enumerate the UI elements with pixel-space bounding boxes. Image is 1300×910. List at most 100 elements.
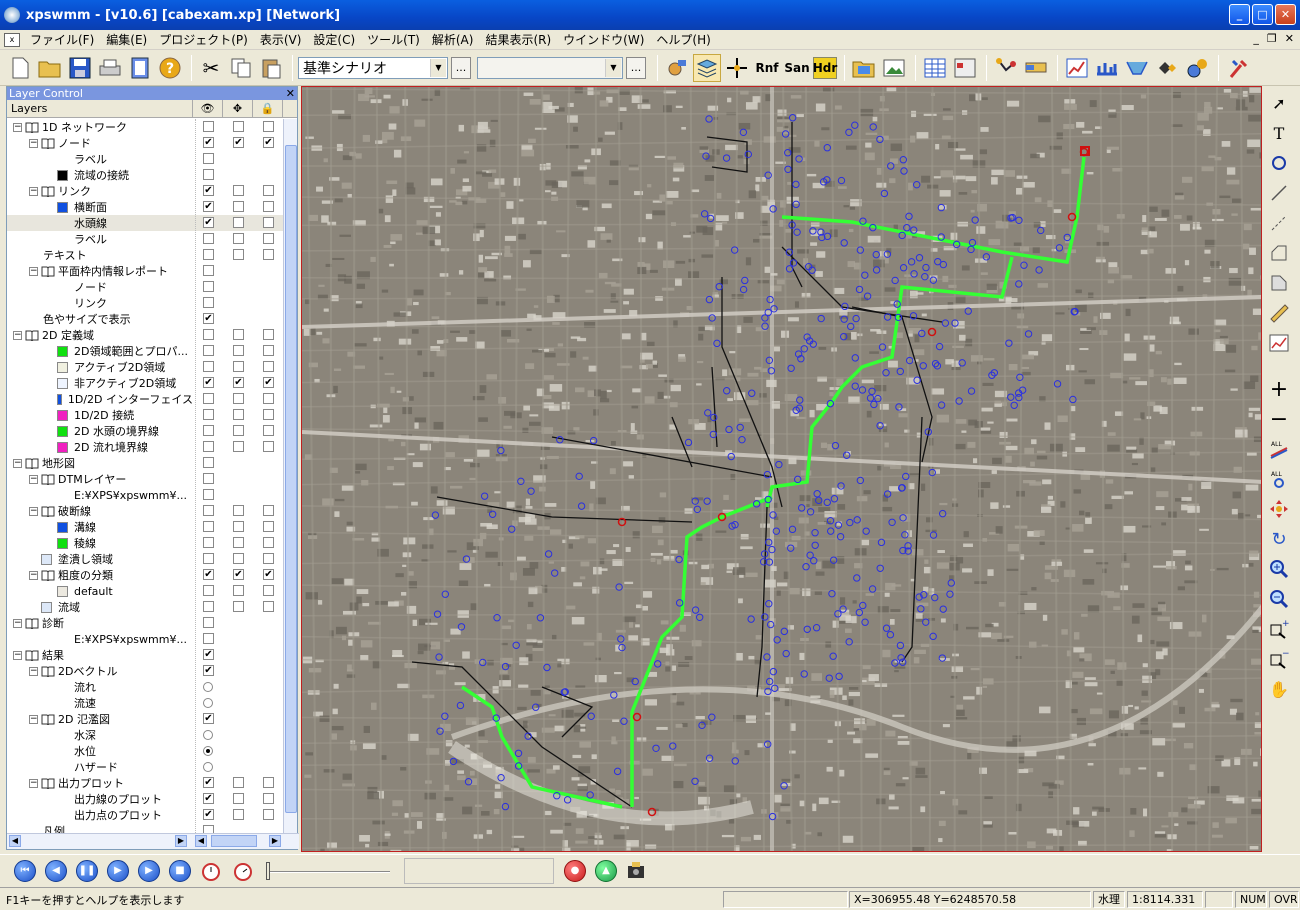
line-tool-icon[interactable] [1266, 180, 1292, 206]
expand-toggle[interactable]: − [13, 122, 22, 132]
layer-checkbox[interactable] [203, 329, 214, 340]
layer-row[interactable]: − 1D ネットワーク [7, 119, 285, 135]
layer-row[interactable]: ハザード [7, 759, 285, 775]
text-tool-icon[interactable]: T [1266, 120, 1292, 146]
menu-item-6[interactable]: 解析(A) [426, 31, 480, 48]
maximize-button[interactable]: □ [1252, 4, 1273, 25]
layer-radio[interactable] [203, 682, 213, 692]
layer-row[interactable]: − 診断 [7, 615, 285, 631]
san-button[interactable]: San [783, 54, 811, 82]
add-icon[interactable]: + [1266, 376, 1292, 402]
layer-checkbox[interactable] [263, 361, 274, 372]
all-nodes-icon[interactable]: ALL [1266, 466, 1292, 492]
layer-row[interactable]: 水頭線 ✔ [7, 215, 285, 231]
table-icon[interactable] [921, 54, 949, 82]
chart-tool-icon[interactable] [1266, 330, 1292, 356]
pointer-icon[interactable]: ➚ [1266, 90, 1292, 116]
layer-checkbox[interactable] [263, 793, 274, 804]
layer-checkbox[interactable] [233, 777, 244, 788]
paste-icon[interactable] [257, 54, 285, 82]
layer-row[interactable]: 凡例 [7, 823, 285, 833]
layer-row[interactable]: アクティブ2D領域 [7, 359, 285, 375]
expand-toggle[interactable]: − [29, 666, 38, 676]
layer-checkbox[interactable] [203, 121, 214, 132]
previous-frame-button[interactable]: ◀ [45, 859, 67, 882]
layer-row[interactable]: − 地形図 [7, 455, 285, 471]
mdi-close-button[interactable]: ✕ [1285, 32, 1294, 45]
layer-row[interactable]: 出力点のプロット ✔ [7, 807, 285, 823]
layer-row[interactable]: 流れ [7, 679, 285, 695]
layer-checkbox[interactable]: ✔ [203, 793, 214, 804]
document-icon[interactable]: x [4, 32, 20, 47]
layer-checkbox[interactable] [233, 329, 244, 340]
layer-row[interactable]: 1D/2D インターフェイス [7, 391, 285, 407]
upload-button[interactable]: ▲ [595, 859, 617, 882]
layer-checkbox[interactable] [233, 521, 244, 532]
remove-icon[interactable]: − [1266, 406, 1292, 432]
layer-row[interactable]: − 2Dベクトル ✔ [7, 663, 285, 679]
layer-row[interactable]: − 破断線 [7, 503, 285, 519]
layer-checkbox[interactable] [263, 441, 274, 452]
layer-checkbox[interactable] [233, 345, 244, 356]
layer-checkbox[interactable] [203, 249, 214, 260]
layer-row[interactable]: ラベル [7, 231, 285, 247]
layer-vertical-scrollbar[interactable] [283, 119, 297, 835]
layer-checkbox[interactable] [263, 553, 274, 564]
layer-checkbox[interactable] [203, 441, 214, 452]
layer-checkbox[interactable]: ✔ [203, 777, 214, 788]
layer-checkbox[interactable] [203, 633, 214, 644]
layer-checkbox[interactable] [203, 297, 214, 308]
zoom-window-in-icon[interactable]: + [1266, 616, 1292, 642]
profile-icon[interactable] [1093, 54, 1121, 82]
layer-row[interactable]: − 平面枠内情報レポート [7, 263, 285, 279]
layer-checkbox[interactable] [203, 457, 214, 468]
layer-checkbox[interactable] [263, 409, 274, 420]
layer-radio[interactable] [203, 762, 213, 772]
timer-minus-icon[interactable] [232, 860, 254, 882]
layer-checkbox[interactable]: ✔ [203, 217, 214, 228]
layer-checkbox[interactable] [263, 601, 274, 612]
layer-checkbox[interactable] [203, 153, 214, 164]
layer-row[interactable]: − 結果 ✔ [7, 647, 285, 663]
layer-checkbox[interactable] [203, 169, 214, 180]
layer-checkbox[interactable] [233, 601, 244, 612]
layer-checkbox[interactable] [263, 329, 274, 340]
cut-icon[interactable]: ✂ [197, 54, 225, 82]
all-links-icon[interactable]: ALL [1266, 436, 1292, 462]
layer-checkbox[interactable]: ✔ [263, 137, 274, 148]
dashed-line-tool-icon[interactable] [1266, 210, 1292, 236]
run-icon[interactable] [1153, 54, 1181, 82]
layer-checkbox[interactable] [203, 265, 214, 276]
menu-item-0[interactable]: ファイル(F) [24, 31, 100, 48]
layer-row[interactable]: 2D 水頭の境界線 [7, 423, 285, 439]
layer-checkbox[interactable] [233, 121, 244, 132]
layer-row[interactable]: default [7, 583, 285, 599]
layer-checkbox[interactable] [263, 393, 274, 404]
analysis-icon[interactable] [1183, 54, 1211, 82]
menu-item-3[interactable]: 表示(V) [254, 31, 308, 48]
next-frame-button[interactable]: ▶ [107, 859, 129, 882]
layer-row[interactable]: E:¥XPS¥xpswmm¥... [7, 631, 285, 647]
menu-item-5[interactable]: ツール(T) [361, 31, 426, 48]
mdi-restore-button[interactable]: ❐ [1267, 32, 1277, 45]
area-tool-icon[interactable] [1266, 270, 1292, 296]
layer-checkbox[interactable]: ✔ [233, 569, 244, 580]
open-background-icon[interactable] [850, 54, 878, 82]
layer-checkbox[interactable]: ✔ [203, 569, 214, 580]
layer-checkbox[interactable] [233, 409, 244, 420]
layer-row[interactable]: − 粗度の分類 ✔ ✔ ✔ [7, 567, 285, 583]
pause-button[interactable]: ❚❚ [76, 859, 98, 882]
layer-checkbox[interactable] [263, 185, 274, 196]
layer-row[interactable]: 溝線 [7, 519, 285, 535]
layer-checkbox[interactable] [233, 425, 244, 436]
layer-checkbox[interactable] [203, 601, 214, 612]
hand-pan-icon[interactable]: ✋ [1266, 676, 1292, 702]
secondary-more-button[interactable]: ... [626, 56, 646, 79]
layer-checkbox[interactable]: ✔ [203, 665, 214, 676]
pan-arrows-icon[interactable] [1266, 496, 1292, 522]
scenario-select[interactable]: 基準シナリオ ▼ [298, 56, 448, 79]
stop-button[interactable]: ■ [169, 859, 191, 882]
tools-icon[interactable] [1224, 54, 1252, 82]
layer-radio[interactable] [203, 698, 213, 708]
layer-checkbox[interactable] [203, 505, 214, 516]
